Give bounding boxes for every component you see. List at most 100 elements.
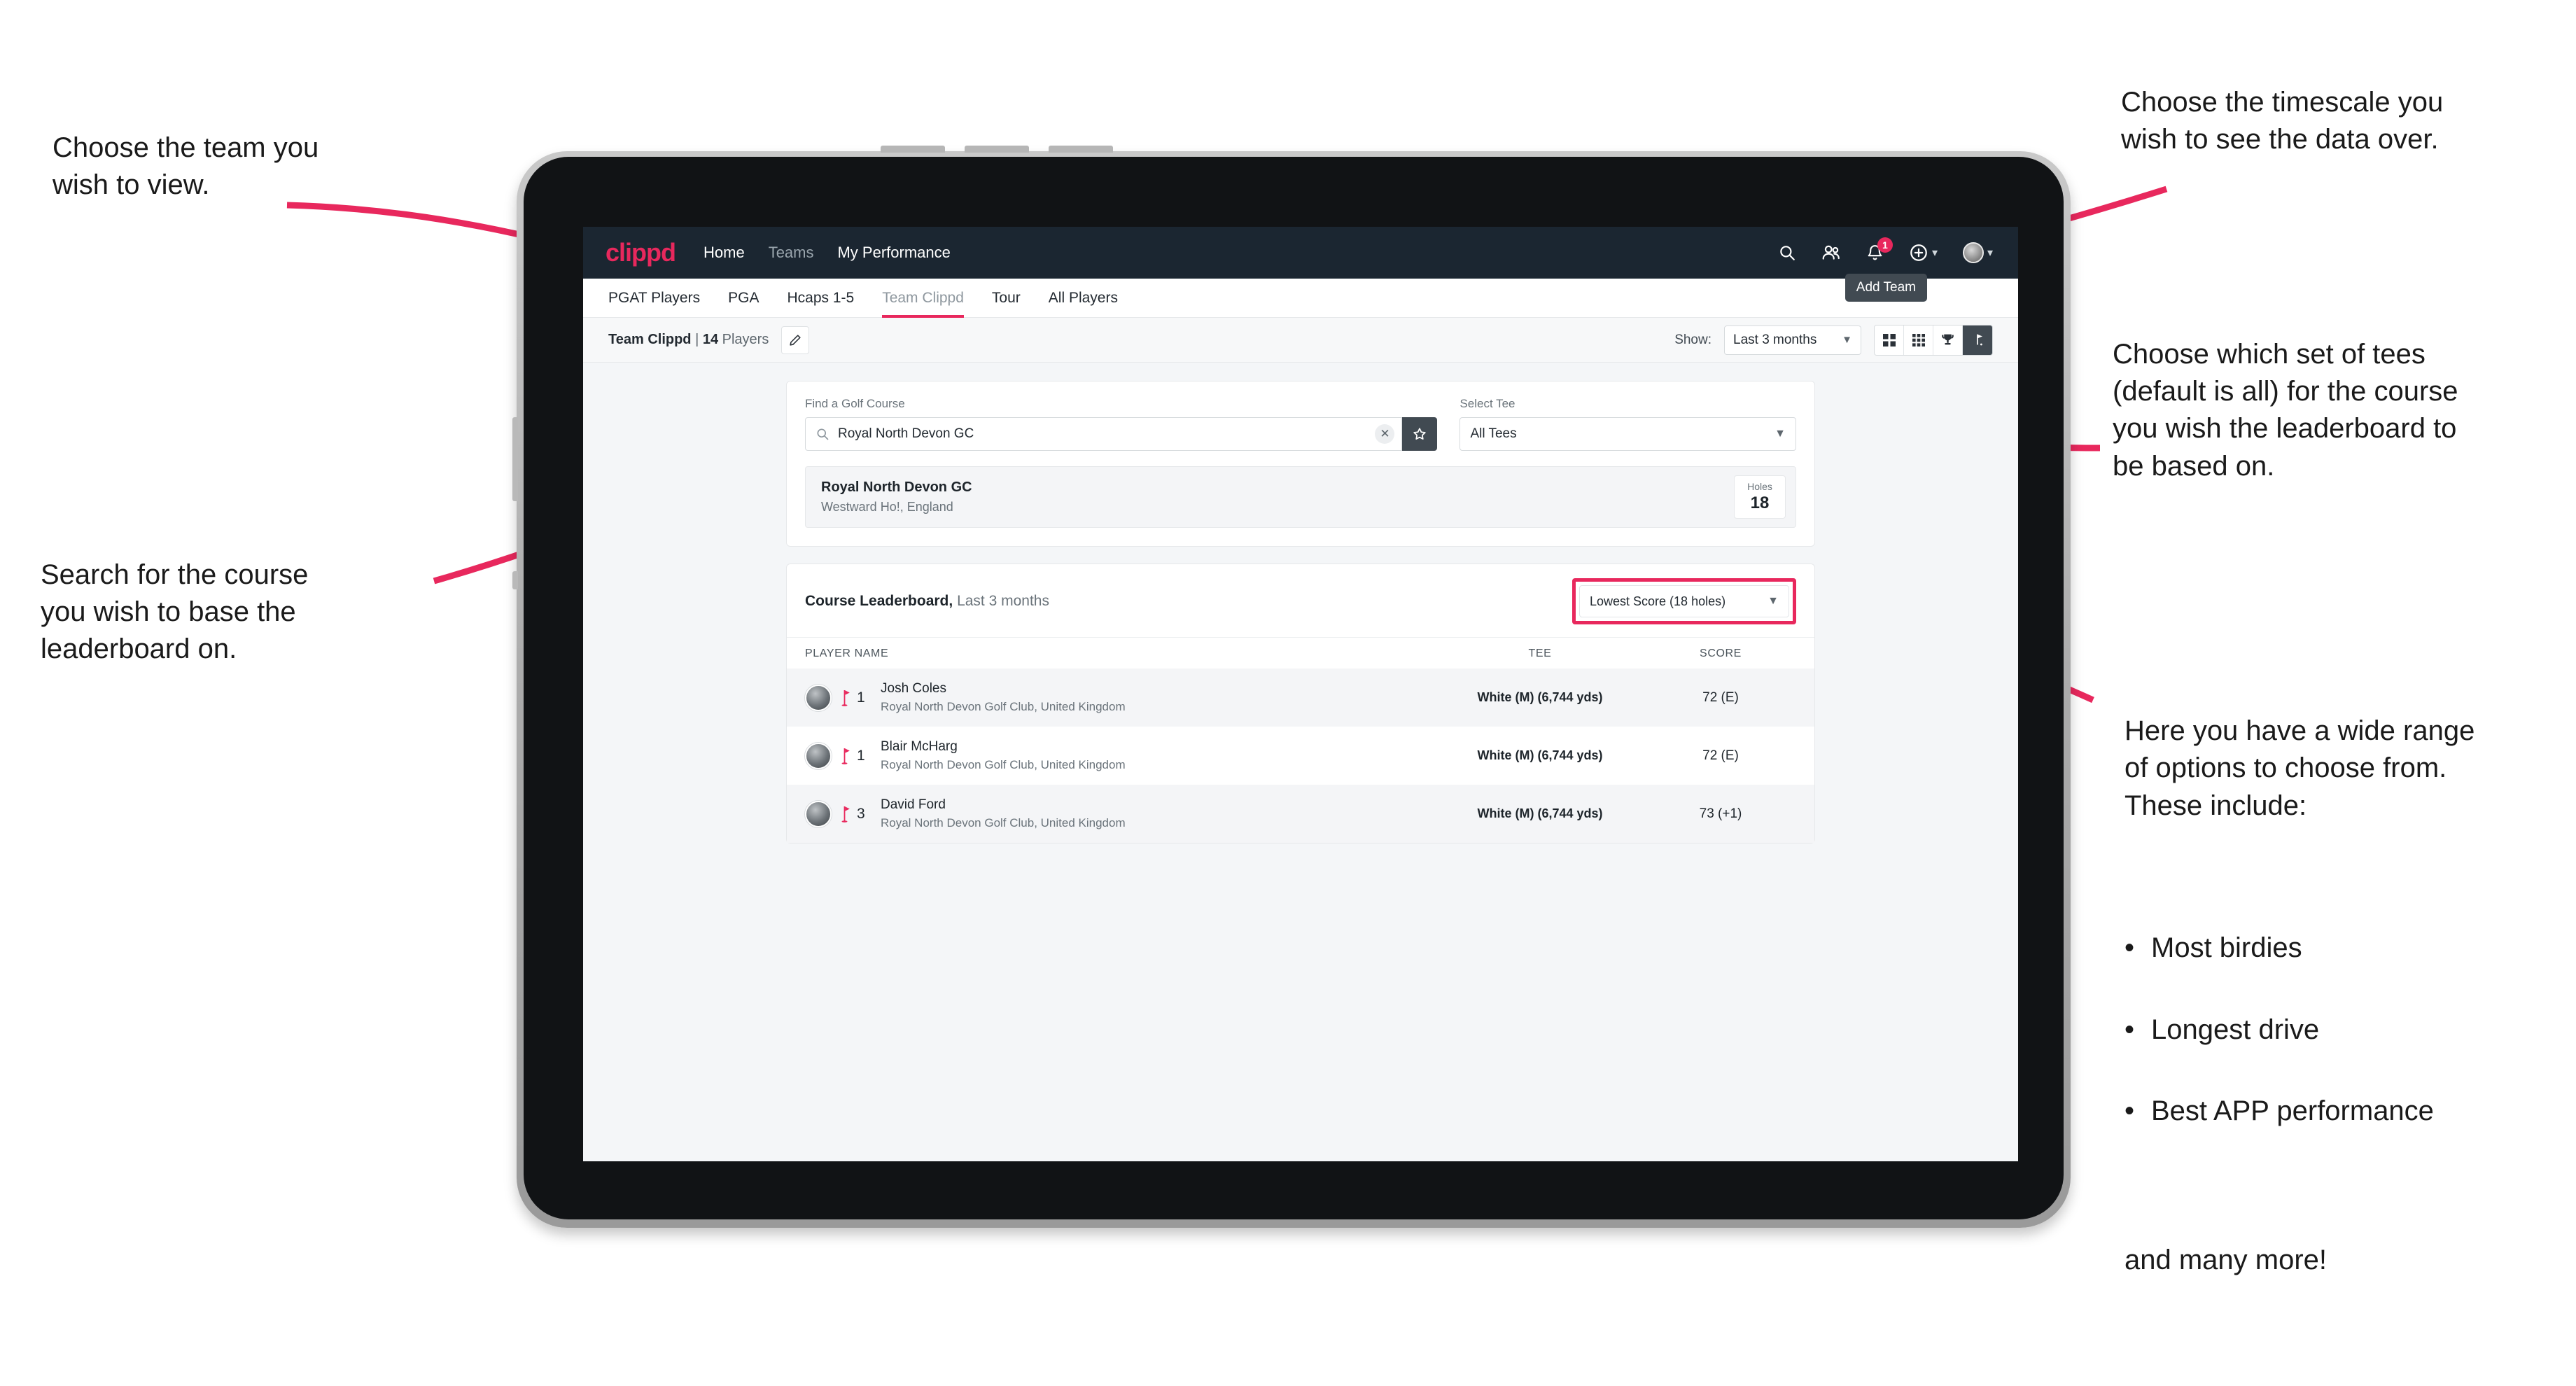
device-bezel: clippd Home Teams My Performance 1 ▾ ▾ P… [524,157,2064,1219]
course-result-location: Westward Ho!, England [821,500,953,514]
holes-value: 18 [1750,493,1770,512]
bullet-icon: • [2124,1014,2135,1045]
player-cell: 3 David Ford Royal North Devon Golf Club… [805,797,1435,830]
tee-select-value: All Tees [1470,426,1517,441]
team-subtoolbar: Team Clippd | 14 Players Show: Last 3 mo… [583,318,2018,363]
player-rank: 3 [857,805,865,822]
timescale-select[interactable]: Last 3 months ▼ [1724,325,1861,355]
player-club: Royal North Devon Golf Club, United King… [881,816,1126,830]
chevron-down-icon[interactable]: ▾ [1932,246,1938,260]
tab-pgat-players[interactable]: PGAT Players [608,279,700,318]
grid-large-view-button[interactable] [1875,325,1904,355]
device-button-left [512,417,518,501]
tab-all-players[interactable]: All Players [1049,279,1118,318]
close-icon[interactable]: ✕ [1375,424,1395,444]
player-cell: 1 Josh Coles Royal North Devon Golf Club… [805,681,1435,714]
tee-select-label: Select Tee [1460,397,1516,410]
player-tee: White (M) (6,744 yds) [1477,748,1603,762]
table-row[interactable]: 3 David Ford Royal North Devon Golf Club… [787,785,1814,843]
subtoolbar-right: Show: Last 3 months ▼ [1674,324,1993,356]
trophy-view-button[interactable] [1933,325,1963,355]
leaderboard-title-main: Course Leaderboard, [805,593,953,609]
chevron-down-icon: ▼ [1768,595,1779,607]
chevron-down-icon: ▼ [1774,428,1786,440]
player-info: Blair McHarg Royal North Devon Golf Club… [881,739,1126,772]
flag-icon [839,747,851,765]
bell-icon[interactable]: 1 [1866,237,1893,262]
team-player-count: 14 [702,332,719,347]
tab-pga[interactable]: PGA [728,279,759,318]
search-icon [816,427,830,441]
bullet-label: Best APP performance [2151,1095,2434,1126]
course-result-row[interactable]: Royal North Devon GC Westward Ho!, Engla… [805,466,1796,528]
tab-hcaps-1-5[interactable]: Hcaps 1-5 [787,279,854,318]
player-club: Royal North Devon Golf Club, United King… [881,758,1126,771]
course-leaderboard-card: Course Leaderboard, Last 3 months Lowest… [786,564,1815,844]
annotation-options-tail: and many more! [2124,1245,2328,1276]
bullet-label: Most birdies [2151,932,2302,964]
table-row[interactable]: 1 Josh Coles Royal North Devon Golf Club… [787,668,1814,727]
avatar-image [1962,242,1984,263]
avatar [805,684,832,711]
chevron-down-icon[interactable]: ▾ [1987,246,1993,260]
course-view-button[interactable] [1963,325,1992,355]
nav-link-teams[interactable]: Teams [769,244,814,262]
team-tab-strip: PGAT Players PGA Hcaps 1-5 Team Clippd T… [583,274,2018,318]
add-team-tooltip: Add Team [1844,274,1927,302]
annotation-choose-team: Choose the team you wish to view. [52,132,319,201]
nav-link-my-performance[interactable]: My Performance [837,244,950,262]
search-input-value: Royal North Devon GC [838,426,974,441]
plus-circle-icon[interactable]: ▾ [1909,243,1938,262]
course-search-column: Find a Golf Course Royal North Devon GC … [805,397,1438,451]
tee-select[interactable]: All Tees ▼ [1460,417,1796,451]
star-icon[interactable] [1402,417,1438,451]
player-club: Royal North Devon Golf Club, United King… [881,700,1126,713]
nav-link-home[interactable]: Home [704,244,745,262]
list-item: • Longest drive [2124,1011,2572,1049]
leaderboard-metric-select[interactable]: Lowest Score (18 holes) ▼ [1579,585,1789,617]
annotation-options-intro: Here you have a wide range of options to… [2124,715,2475,821]
player-name: David Ford [881,797,946,812]
device-button-top-1 [881,146,945,153]
tab-tour[interactable]: Tour [992,279,1021,318]
search-icon[interactable] [1778,244,1796,262]
player-score: 72 (E) [1702,690,1739,705]
list-item: • Best APP performance [2124,1093,2572,1130]
view-mode-group [1874,324,1993,356]
people-icon[interactable] [1821,244,1841,262]
avatar [805,742,832,769]
column-header-player-name: PLAYER NAME [805,648,889,659]
leaderboard-column-headers: PLAYER NAME TEE SCORE [787,637,1814,668]
table-row[interactable]: 1 Blair McHarg Royal North Devon Golf Cl… [787,727,1814,785]
tablet-device-frame: clippd Home Teams My Performance 1 ▾ ▾ P… [512,146,2071,1228]
player-rank: 1 [857,747,865,764]
bullet-icon: • [2124,1095,2135,1126]
leaderboard-header: Course Leaderboard, Last 3 months Lowest… [787,564,1814,637]
player-info: David Ford Royal North Devon Golf Club, … [881,797,1126,830]
player-name: Blair McHarg [881,739,958,754]
tab-team-clippd[interactable]: Team Clippd [882,279,964,318]
avatar [805,800,832,827]
tee-select-column: Select Tee All Tees ▼ [1460,397,1796,451]
app-screen: clippd Home Teams My Performance 1 ▾ ▾ P… [583,227,2018,1161]
annotation-options-list: • Most birdies • Longest drive • Best AP… [2124,892,2572,1174]
leaderboard-metric-value: Lowest Score (18 holes) [1590,594,1726,608]
bullet-icon: • [2124,932,2135,964]
list-item: • Most birdies [2124,930,2572,967]
device-button-top-3 [1049,146,1113,153]
player-score: 73 (+1) [1699,806,1742,821]
pencil-icon[interactable] [781,326,810,354]
search-input[interactable]: Royal North Devon GC ✕ [805,417,1403,451]
page-root: Choose the team you wish to view. Choose… [0,0,2576,1386]
main-content: Find a Golf Course Royal North Devon GC … [583,363,2018,844]
player-info: Josh Coles Royal North Devon Golf Club, … [881,681,1126,714]
player-rank: 1 [857,689,865,706]
team-players-word: Players [718,332,769,347]
column-header-score: SCORE [1700,648,1742,659]
clippd-logo[interactable]: clippd [606,238,676,267]
show-label: Show: [1674,332,1712,347]
grid-small-view-button[interactable] [1904,325,1933,355]
annotation-choose-tees: Choose which set of tees (default is all… [2113,339,2458,482]
app-top-navigation: clippd Home Teams My Performance 1 ▾ ▾ [583,227,2018,279]
avatar[interactable]: ▾ [1962,242,1993,263]
